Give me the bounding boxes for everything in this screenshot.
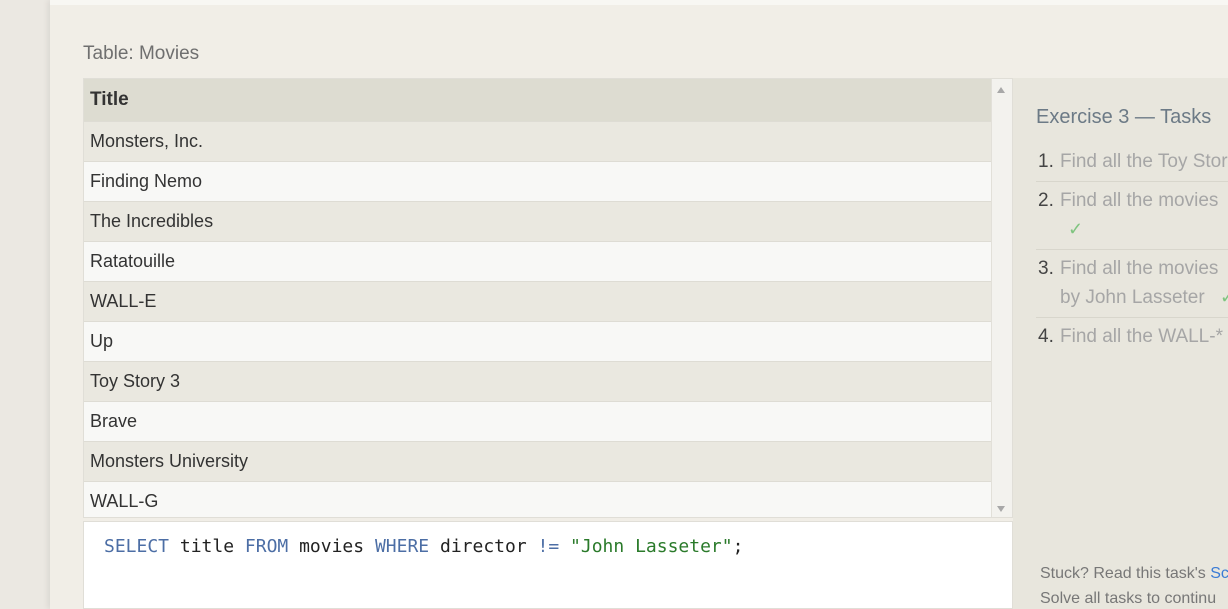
- table-cell: WALL-G: [84, 481, 992, 517]
- table-cell: Ratatouille: [84, 241, 992, 282]
- sql-string-value: "John Lasseter": [570, 536, 733, 557]
- solve-all-text: Solve all tasks to continu: [1040, 590, 1217, 607]
- stuck-prefix: Stuck? Read this task's: [1040, 565, 1211, 582]
- table-row: WALL-E: [84, 281, 992, 322]
- task-number: 3.: [1038, 258, 1054, 279]
- sql-space: [559, 536, 570, 557]
- tasks-title: Exercise 3 — Tasks: [1036, 106, 1212, 128]
- sql-operator: !=: [537, 536, 560, 557]
- table-cell: Monsters, Inc.: [84, 121, 992, 162]
- task-number: 1.: [1038, 151, 1054, 172]
- top-strip: [50, 0, 1228, 5]
- table-row: WALL-G: [84, 481, 992, 517]
- sql-keyword-where: WHERE: [374, 536, 430, 557]
- sql-field: director: [429, 536, 538, 557]
- table-cell: Monsters University: [84, 441, 992, 482]
- table-row: The Incredibles: [84, 201, 992, 242]
- task-item-4: 4. Find all the WALL-*: [1036, 323, 1228, 356]
- task-list: 1. Find all the Toy Stor 2. Find all the…: [1036, 148, 1228, 361]
- sql-terminator: ;: [732, 536, 744, 557]
- table-row: Brave: [84, 401, 992, 442]
- table-row: Monsters University: [84, 441, 992, 482]
- table-cell: WALL-E: [84, 281, 992, 322]
- table-cell: Brave: [84, 401, 992, 442]
- checkmark-icon: ✓: [1219, 287, 1228, 307]
- solution-link[interactable]: Sc: [1210, 565, 1228, 582]
- task-text: Find all the movies: [1060, 190, 1219, 211]
- table-cell: The Incredibles: [84, 201, 992, 242]
- sql-query-text[interactable]: SELECT title FROM movies WHERE director …: [104, 536, 743, 557]
- column-header-title: Title: [84, 79, 992, 122]
- table-row: Monsters, Inc.: [84, 121, 992, 162]
- task-item-3: 3. Find all the movies by John Lasseter …: [1036, 255, 1228, 318]
- task-text: Find all the WALL-*: [1060, 326, 1223, 347]
- scroll-down-arrow-icon[interactable]: [997, 506, 1005, 512]
- checkmark-icon: ✓: [1068, 219, 1084, 239]
- table-row: Up: [84, 321, 992, 362]
- sql-column: title: [169, 536, 245, 557]
- sql-keyword-select: SELECT: [104, 536, 170, 557]
- sql-table: movies: [288, 536, 375, 557]
- task-text-line2: by John Lasseter: [1060, 287, 1205, 308]
- scroll-up-arrow-icon[interactable]: [997, 87, 1005, 93]
- results-scrollbar[interactable]: [991, 79, 1012, 517]
- task-number: 4.: [1038, 326, 1054, 347]
- results-table: Title Monsters, Inc. Finding Nemo The In…: [83, 78, 1013, 518]
- table-row: Ratatouille: [84, 241, 992, 282]
- table-cell: Up: [84, 321, 992, 362]
- task-item-1: 1. Find all the Toy Stor: [1036, 148, 1228, 182]
- table-cell: Finding Nemo: [84, 161, 992, 202]
- table-caption: Table: Movies: [83, 43, 200, 64]
- task-text: Find all the movies: [1060, 258, 1219, 279]
- table-row: Finding Nemo: [84, 161, 992, 202]
- table-row: Toy Story 3: [84, 361, 992, 402]
- sql-editor[interactable]: SELECT title FROM movies WHERE director …: [83, 521, 1013, 609]
- task-number: 2.: [1038, 190, 1054, 211]
- tasks-panel: Exercise 3 — Tasks 1. Find all the Toy S…: [1013, 78, 1228, 609]
- stuck-help-text: Stuck? Read this task's Sc Solve all tas…: [1040, 561, 1228, 609]
- table-cell: Toy Story 3: [84, 361, 992, 402]
- sql-keyword-from: FROM: [244, 536, 289, 557]
- task-item-2: 2. Find all the movies ✓: [1036, 187, 1228, 250]
- task-text: Find all the Toy Stor: [1060, 151, 1228, 172]
